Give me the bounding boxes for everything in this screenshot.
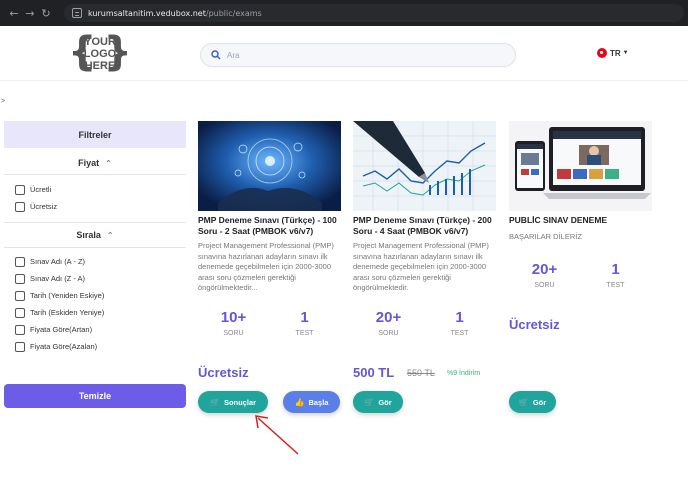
sort-option-price-desc[interactable]: Fiyata Göre(Azalan) [4,338,186,355]
logo-brace-right: } [103,29,132,75]
results-button-label: Sonuçlar [223,397,257,407]
exam-stats: 10+ SORU 1 TEST [198,309,341,337]
exam-title[interactable]: PUBLİC SINAV DENEME [509,215,652,226]
filter-option-paid[interactable]: Ücretli [4,181,186,198]
sort-option-label: Tarih (Yeniden Eskiye) [30,291,105,300]
filter-sidebar: Filtreler Fiyat ⌃ Ücretli Ücretsiz Sıral… [4,121,186,355]
question-label: SORU [223,330,244,337]
browser-toolbar: ← → ↻ kurumsaltanitim.vedubox.net/public… [0,0,688,26]
exam-title[interactable]: PMP Deneme Sınavı (Türkçe) - 100 Soru - … [198,215,341,237]
sort-option-label: Sınav Adı (Z - A) [30,274,86,283]
test-label: TEST [450,330,469,337]
filters-title: Filtreler [4,121,186,148]
turkey-flag-icon [597,48,607,58]
price-section-toggle[interactable]: Fiyat ⌃ [4,158,186,168]
exam-price: 500 TL [353,365,395,380]
exam-image[interactable] [198,121,341,211]
exam-card: PMP Deneme Sınavı (Türkçe) - 100 Soru - … [198,121,341,293]
question-label: SORU [534,282,555,289]
sort-checkbox[interactable] [15,256,25,267]
sort-section-title: Sırala [76,230,101,240]
sort-option-date-newest[interactable]: Tarih (Yeniden Eskiye) [4,287,186,304]
sort-checkbox[interactable] [15,341,25,352]
sort-checkbox[interactable] [15,290,25,301]
search-input[interactable] [227,50,497,60]
exam-description: Project Management Professional (PMP) sı… [353,241,489,292]
start-button-label: Başla [308,397,329,407]
site-logo[interactable]: { YOUR LOGO HERE } [68,29,132,75]
exam-price: Ücretsiz [509,317,560,332]
chevron-up-icon: ⌃ [106,230,114,240]
test-label: TEST [606,282,625,289]
sort-option-price-asc[interactable]: Fiyata Göre(Artan) [4,321,186,338]
exam-stats: 20+ SORU 1 TEST [353,309,496,337]
sort-option-label: Sınav Adı (A - Z) [30,257,86,266]
paid-checkbox[interactable] [15,184,25,195]
test-count: 1 [455,309,464,326]
sort-checkbox[interactable] [15,273,25,284]
sort-checkbox[interactable] [15,324,25,335]
site-settings-icon[interactable] [72,8,82,18]
url-text: kurumsaltanitim.vedubox.net/public/exams [88,8,262,18]
filter-option-label: Ücretsiz [30,202,58,211]
exam-old-price: 550 TL [407,368,435,378]
site-header: { YOUR LOGO HERE } TR ▼ [0,26,688,81]
exam-card: PMP Deneme Sınavı (Türkçe) - 200 Soru - … [353,121,496,293]
language-label: TR [610,48,621,58]
exam-image[interactable] [353,121,496,211]
question-label: SORU [378,330,399,337]
cart-icon: 🛒 [209,397,220,407]
exam-price: Ücretsiz [198,365,249,380]
test-count: 1 [300,309,309,326]
price-section-title: Fiyat [78,158,100,168]
exam-title[interactable]: PMP Deneme Sınavı (Türkçe) - 200 Soru - … [353,215,496,237]
chevron-up-icon: ⌃ [105,158,112,168]
sort-checkbox[interactable] [15,307,25,318]
exam-subtitle: BAŞARILAR DİLERİZ [509,232,582,241]
question-count: 20+ [375,309,402,326]
exam-image[interactable] [509,121,652,211]
sort-section-toggle[interactable]: Sırala ⌃ [4,230,186,240]
clear-filters-button[interactable]: Temizle [4,384,186,408]
test-label: TEST [295,330,314,337]
exam-description: Project Management Professional (PMP) sı… [198,241,334,292]
question-count: 10+ [220,309,247,326]
exam-card: PUBLİC SINAV DENEME BAŞARILAR DİLERİZ [509,121,652,241]
question-count: 20+ [531,261,558,278]
free-checkbox[interactable] [15,201,25,212]
exam-stats: 20+ SORU 1 TEST [509,261,652,289]
sort-option-date-oldest[interactable]: Tarih (Eskiden Yeniye) [4,304,186,321]
test-count: 1 [611,261,620,278]
sort-option-label: Tarih (Eskiden Yeniye) [30,308,105,317]
address-bar[interactable]: kurumsaltanitim.vedubox.net/public/exams [64,4,684,22]
discount-badge: %9 İndirim [447,370,481,377]
search-icon [211,50,221,60]
back-icon[interactable]: ← [6,7,22,20]
cart-icon: 🛒 [518,397,529,407]
breadcrumb[interactable]: > [1,98,5,105]
view-button-label: Gör [532,397,547,407]
search-bar [200,43,516,67]
annotation-arrow-icon [255,415,299,455]
forward-icon[interactable]: → [22,7,38,20]
sort-option-label: Fiyata Göre(Artan) [30,325,93,334]
chevron-down-icon: ▼ [622,50,629,56]
divider [4,174,186,175]
divider [4,247,186,248]
thumbs-up-icon: 👍 [294,397,305,407]
filter-option-free[interactable]: Ücretsiz [4,198,186,215]
sort-option-name-asc[interactable]: Sınav Adı (A - Z) [4,253,186,270]
view-button-label: Gör [378,397,392,407]
sort-option-label: Fiyata Göre(Azalan) [30,342,98,351]
language-selector[interactable]: TR ▼ [597,48,629,58]
view-button[interactable]: 🛒 Gör [353,391,403,413]
sort-option-name-desc[interactable]: Sınav Adı (Z - A) [4,270,186,287]
filter-option-label: Ücretli [30,185,52,194]
divider [4,222,186,223]
reload-icon[interactable]: ↻ [38,7,54,20]
view-button[interactable]: 🛒 Gör [509,391,556,413]
cart-icon: 🛒 [364,397,375,407]
